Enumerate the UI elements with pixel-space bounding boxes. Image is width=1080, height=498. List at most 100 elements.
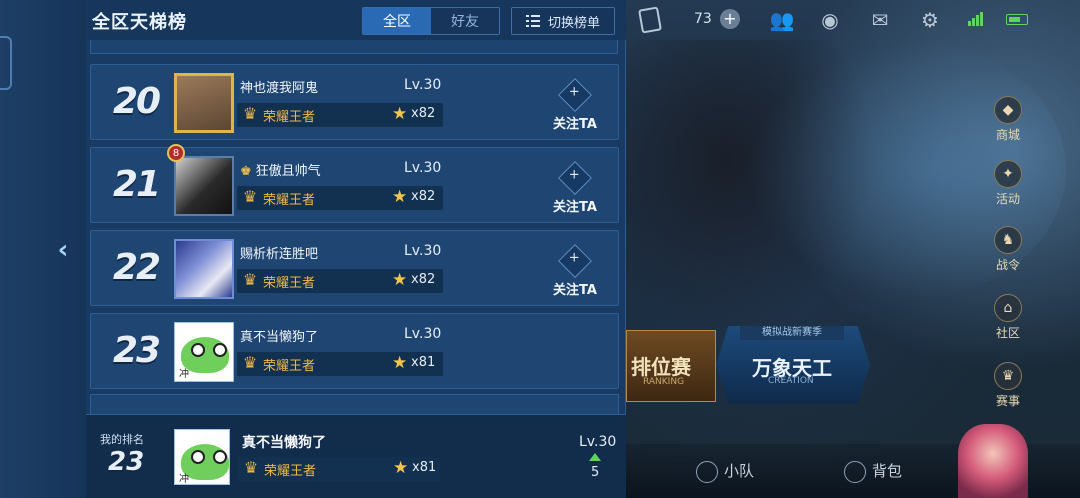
rank-number: 20 xyxy=(112,81,161,122)
player-name: 神也渡我阿鬼 xyxy=(240,81,319,96)
add-friend-icon: + xyxy=(558,78,592,112)
signal-strength-icon xyxy=(968,12,984,26)
coin-count: 73 xyxy=(694,11,712,27)
tier-name: 荣耀王者 xyxy=(264,464,317,479)
my-avatar[interactable]: 冲 xyxy=(174,429,230,485)
vip-level-badge: 8 xyxy=(167,144,185,162)
side-menu-community[interactable]: ⌂ 社区 xyxy=(988,294,1028,341)
leaderboard-list[interactable]: 20 神也渡我阿鬼 Lv.30 ♛ 荣耀王者 ★ x82 + 关注TA 21 8… xyxy=(86,40,626,414)
side-menu-shop[interactable]: ◆ 商城 xyxy=(988,96,1028,143)
star-count: x82 xyxy=(411,272,436,287)
rank-number: 23 xyxy=(112,330,161,371)
hero-portrait[interactable] xyxy=(958,424,1028,498)
side-menu-battlepass[interactable]: ♞ 战令 xyxy=(988,226,1028,273)
tier-name: 荣耀王者 xyxy=(263,110,316,125)
tier-name: 荣耀王者 xyxy=(263,193,316,208)
player-name: 真不当懒狗了 xyxy=(240,330,319,345)
team-button[interactable]: 小队 xyxy=(696,460,754,483)
follow-button[interactable]: + 关注TA xyxy=(551,244,599,298)
follow-button[interactable]: + 关注TA xyxy=(551,78,599,132)
add-friend-icon: + xyxy=(558,161,592,195)
player-level: Lv.30 xyxy=(404,326,442,342)
my-player-name: 真不当懒狗了 xyxy=(242,435,326,451)
panel-title: 全区天梯榜 xyxy=(92,12,187,33)
bag-icon xyxy=(844,460,866,483)
switch-board-button[interactable]: 切换榜单 xyxy=(511,7,615,35)
player-level: Lv.30 xyxy=(404,160,442,176)
king-tier-icon: ♛ xyxy=(243,458,259,477)
my-rank-label: 我的排名 xyxy=(100,433,144,446)
star-icon: ★ xyxy=(392,104,408,124)
star-icon: ★ xyxy=(392,353,408,373)
table-row-partial xyxy=(90,394,619,414)
follow-button[interactable]: + 关注TA xyxy=(551,161,599,215)
player-level: Lv.30 xyxy=(404,77,442,93)
ranked-mode-button[interactable]: 排位赛 RANKING xyxy=(626,330,716,402)
top-status-bar: 73 + 👥 ◉ ✉ ⚙ xyxy=(626,0,1080,40)
add-friend-icon: + xyxy=(558,244,592,278)
table-row[interactable]: 23 冲 真不当懒狗了 Lv.30 ♛ 荣耀王者 ★ x81 xyxy=(90,313,619,389)
shop-icon: ◆ xyxy=(994,96,1022,124)
hex-frame-decoration xyxy=(0,36,12,90)
my-rank-number: 23 xyxy=(108,447,145,477)
star-icon: ★ xyxy=(392,270,408,290)
card-icon[interactable] xyxy=(638,6,662,34)
side-menu-events[interactable]: ✦ 活动 xyxy=(988,160,1028,207)
battlepass-horse-icon: ♞ xyxy=(994,226,1022,254)
rank-number: 21 xyxy=(112,164,161,205)
add-coins-plus-icon[interactable]: + xyxy=(720,9,740,29)
king-tier-icon: ♛ xyxy=(242,187,258,206)
battery-icon xyxy=(1006,14,1028,25)
friends-icon[interactable]: 👥 xyxy=(768,6,796,34)
scope-tabs: 全区 好友 xyxy=(362,7,500,35)
collapse-panel-chevron-icon[interactable]: ‹ xyxy=(48,232,78,268)
star-count: x82 xyxy=(411,189,436,204)
tier-bar: ♛ 荣耀王者 ★ x82 xyxy=(237,103,443,127)
mail-icon[interactable]: ✉ xyxy=(866,6,894,34)
rank-up-arrow-icon xyxy=(589,453,601,461)
star-count: x81 xyxy=(411,355,436,370)
view-eye-icon[interactable]: ◉ xyxy=(816,6,844,34)
player-avatar[interactable] xyxy=(174,239,234,299)
my-rank-footer: 我的排名 23 冲 真不当懒狗了 ♛ 荣耀王者 ★ x81 Lv.30 5 xyxy=(86,414,626,498)
gear-icon[interactable]: ⚙ xyxy=(916,6,944,34)
king-tier-icon: ♛ xyxy=(242,353,258,372)
tab-all-server[interactable]: 全区 xyxy=(363,8,431,34)
player-avatar[interactable] xyxy=(174,156,234,216)
community-icon: ⌂ xyxy=(994,294,1022,322)
table-row[interactable]: 22 赐析析连胜吧 Lv.30 ♛ 荣耀王者 ★ x82 + 关注TA xyxy=(90,230,619,306)
side-menu-tournament[interactable]: ♛ 赛事 xyxy=(988,362,1028,409)
table-row[interactable]: 21 8 ♚ 狂傲且帅气 Lv.30 ♛ 荣耀王者 ★ x82 + 关注TA xyxy=(90,144,619,223)
star-count: x81 xyxy=(412,460,437,475)
list-icon xyxy=(525,15,540,27)
rank-change-value: 5 xyxy=(591,465,600,480)
tier-bar: ♛ 荣耀王者 ★ x82 xyxy=(237,269,443,293)
star-count: x82 xyxy=(411,106,436,121)
tier-name: 荣耀王者 xyxy=(263,276,316,291)
tier-name: 荣耀王者 xyxy=(263,359,316,374)
player-name-with-crown: ♚ 狂傲且帅气 xyxy=(240,164,321,179)
player-avatar[interactable]: 冲 xyxy=(174,322,234,382)
star-icon: ★ xyxy=(393,458,409,478)
tab-friends[interactable]: 好友 xyxy=(431,8,499,34)
player-name: 赐析析连胜吧 xyxy=(240,247,319,262)
trophy-icon: ♛ xyxy=(994,362,1022,390)
tier-bar: ♛ 荣耀王者 ★ x81 xyxy=(238,457,440,481)
star-icon: ★ xyxy=(392,187,408,207)
panel-header: 全区天梯榜 全区 好友 切换榜单 xyxy=(86,0,626,40)
events-icon: ✦ xyxy=(994,160,1022,188)
king-tier-icon: ♛ xyxy=(242,270,258,289)
king-tier-icon: ♛ xyxy=(242,104,258,123)
tier-bar: ♛ 荣耀王者 ★ x81 xyxy=(237,352,443,376)
leaderboard-panel: 全区天梯榜 全区 好友 切换榜单 20 神也渡我阿鬼 Lv.30 ♛ 荣耀王者 … xyxy=(86,0,626,498)
my-player-level: Lv.30 xyxy=(579,434,617,450)
flag-icon xyxy=(696,460,718,483)
bag-button[interactable]: 背包 xyxy=(844,460,902,483)
crown-icon: ♚ xyxy=(240,164,252,179)
table-row-partial xyxy=(90,40,618,54)
player-avatar[interactable] xyxy=(174,73,234,133)
table-row[interactable]: 20 神也渡我阿鬼 Lv.30 ♛ 荣耀王者 ★ x82 + 关注TA xyxy=(90,64,619,140)
player-level: Lv.30 xyxy=(404,243,442,259)
rank-number: 22 xyxy=(112,247,161,288)
creation-mode-button[interactable]: 模拟战新赛季 万象天工 CREATION xyxy=(716,326,870,404)
